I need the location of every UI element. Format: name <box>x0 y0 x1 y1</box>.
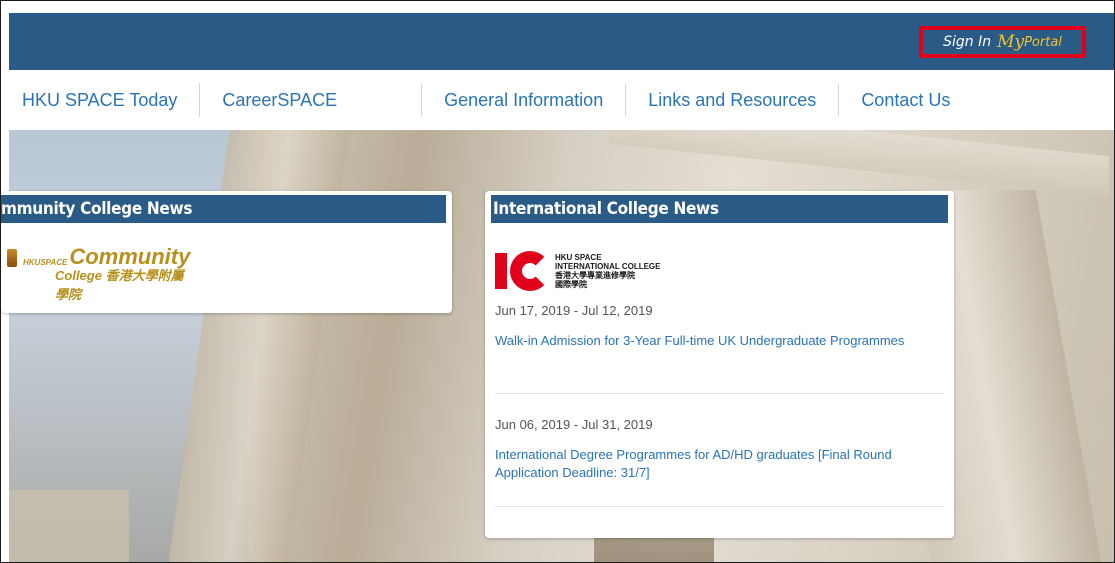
community-college-news-card: mmunity College News HKUSPACE Community … <box>1 191 452 313</box>
nav-item-general-information[interactable]: General Information <box>421 83 627 117</box>
news-link[interactable]: Walk-in Admission for 3-Year Full-time U… <box>495 332 944 350</box>
top-header-bar: Sign In My Portal <box>9 13 1114 70</box>
news-item: Jun 06, 2019 - Jul 31, 2019 Internationa… <box>495 417 944 482</box>
news-date: Jun 17, 2019 - Jul 12, 2019 <box>495 303 653 318</box>
news-link[interactable]: International Degree Programmes for AD/H… <box>495 446 944 482</box>
news-date: Jun 06, 2019 - Jul 31, 2019 <box>495 417 653 432</box>
international-college-news-card: International College News HKU SPACE INT… <box>485 191 954 538</box>
nav-item-contact-us[interactable]: Contact Us <box>839 83 972 117</box>
background-railing <box>9 490 129 562</box>
international-college-logo[interactable]: HKU SPACE INTERNATIONAL COLLEGE 香港大學專業進修… <box>495 251 660 291</box>
news-divider <box>495 393 944 394</box>
main-nav: HKU SPACE Today CareerSPACE General Info… <box>9 70 1114 130</box>
sign-in-myportal-button[interactable]: Sign In My Portal <box>919 26 1086 58</box>
nav-item-careerspace[interactable]: CareerSPACE <box>200 83 359 117</box>
logo-college-text: College 香港大學附屬學院 <box>55 268 184 302</box>
myportal-logo-portal: Portal <box>1024 34 1062 50</box>
news-item: Jun 17, 2019 - Jul 12, 2019 Walk-in Admi… <box>495 303 944 350</box>
community-college-news-title: mmunity College News <box>1 195 446 223</box>
community-college-logo[interactable]: HKUSPACE Community College 香港大學附屬學院 <box>7 244 191 302</box>
ic-logo-text: HKU SPACE INTERNATIONAL COLLEGE 香港大學專業進修… <box>555 253 661 289</box>
logo-community-text: Community <box>69 244 191 269</box>
background-beam <box>609 130 1109 197</box>
news-divider <box>495 506 944 507</box>
myportal-logo-my: My <box>997 32 1025 52</box>
page-frame: Sign In My Portal HKU SPACE Today CareerS… <box>0 0 1115 563</box>
sign-in-label: Sign In <box>943 34 992 50</box>
international-college-news-title: International College News <box>491 195 948 223</box>
crest-icon <box>7 249 17 267</box>
ic-logo-icon <box>495 251 551 291</box>
nav-item-hku-space-today[interactable]: HKU SPACE Today <box>9 83 201 117</box>
nav-item-links-and-resources[interactable]: Links and Resources <box>626 83 840 117</box>
